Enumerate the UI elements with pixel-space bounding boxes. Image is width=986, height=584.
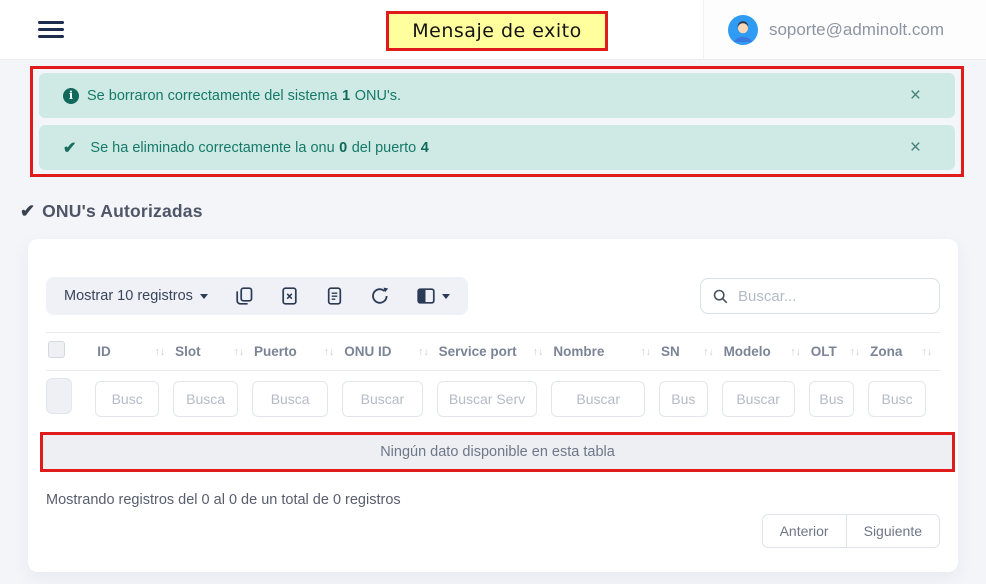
page-title: ONU's Autorizadas [42,201,203,222]
filter-input-slot[interactable] [173,381,238,417]
document-icon [326,287,343,305]
filter-input-modelo[interactable] [722,381,795,417]
search-icon [713,288,728,305]
sort-icon: ↑↓ [324,346,335,358]
column-header-service-port[interactable]: Service port↑↓ [437,333,552,371]
sort-icon: ↑↓ [234,346,245,358]
export-excel-button[interactable] [267,277,312,315]
top-header: Mensaje de exito soporte@adminolt.com [0,0,986,60]
sort-icon: ↑↓ [922,346,933,358]
table-card: Mostrar 10 registros [28,239,958,572]
hamburger-menu-icon[interactable] [38,17,66,42]
main-content: i Se borraron correctamente del sistema1… [0,60,986,572]
filter-input-zona[interactable] [868,381,926,417]
export-file-button[interactable] [312,277,357,315]
refresh-icon [371,287,389,305]
excel-file-icon [281,287,298,305]
alert-message: Se borraron correctamente del sistema1ON… [87,88,401,104]
user-menu[interactable]: soporte@adminolt.com [703,0,986,59]
filter-input-olt[interactable] [809,381,854,417]
sort-icon: ↑↓ [850,346,861,358]
annotation-alerts-box: i Se borraron correctamente del sistema1… [30,66,964,177]
annotation-title: Mensaje de exito [386,11,608,51]
column-header-onu-id[interactable]: ONU ID↑↓ [342,333,436,371]
section-title: ✔ ONU's Autorizadas [20,197,986,225]
copy-button[interactable] [222,277,267,315]
previous-page-button[interactable]: Anterior [762,514,846,548]
filter-input-nombre[interactable] [551,381,645,417]
filter-disabled-cell [46,378,72,414]
next-page-button[interactable]: Siguiente [846,514,940,548]
check-icon: ✔ [63,138,76,158]
sort-icon: ↑↓ [641,346,652,358]
annotation-empty-row-box: Ningún dato disponible en esta tabla [40,432,955,472]
records-info: Mostrando registros del 0 al 0 de un tot… [46,492,940,508]
alert-message: Se ha eliminado correctamente la onu0del… [90,140,428,156]
check-icon: ✔ [20,201,35,222]
user-email: soporte@adminolt.com [769,20,944,40]
column-visibility-button[interactable] [403,277,464,315]
alert-deleted-onus: i Se borraron correctamente del sistema1… [39,73,955,118]
pagination: Anterior Siguiente [46,514,940,548]
close-icon[interactable]: × [910,86,921,105]
filter-input-id[interactable] [95,381,159,417]
column-header-olt[interactable]: OLT↑↓ [809,333,868,371]
empty-table-message: Ningún dato disponible en esta tabla [43,435,952,469]
table-toolbar: Mostrar 10 registros [46,277,940,315]
alert-removed-onu: ✔ Se ha eliminado correctamente la onu0d… [39,125,955,170]
table-search [700,278,940,314]
refresh-button[interactable] [357,277,403,315]
filter-input-sn[interactable] [659,381,708,417]
toolbar-button-group: Mostrar 10 registros [46,277,468,315]
search-input[interactable] [738,288,927,305]
filter-input-onu-id[interactable] [342,381,422,417]
column-header-slot[interactable]: Slot↑↓ [173,333,252,371]
table-header-row: ID↑↓ Slot↑↓ Puerto↑↓ ONU ID↑↓ Service po… [46,333,940,371]
user-avatar-icon [728,15,758,45]
table-filter-row [46,371,940,427]
onu-table: ID↑↓ Slot↑↓ Puerto↑↓ ONU ID↑↓ Service po… [46,332,940,426]
column-header-puerto[interactable]: Puerto↑↓ [252,333,342,371]
sort-icon: ↑↓ [418,346,429,358]
column-header-id[interactable]: ID↑↓ [95,333,173,371]
column-header-sn[interactable]: SN↑↓ [659,333,722,371]
column-header-zona[interactable]: Zona↑↓ [868,333,940,371]
filter-input-puerto[interactable] [252,381,328,417]
column-header-modelo[interactable]: Modelo↑↓ [722,333,809,371]
chevron-down-icon [442,294,450,299]
filter-input-service-port[interactable] [437,381,538,417]
sort-icon: ↑↓ [533,346,544,358]
page-length-dropdown[interactable]: Mostrar 10 registros [50,277,222,315]
info-icon: i [63,88,79,104]
sort-icon: ↑↓ [703,346,714,358]
chevron-down-icon [200,294,208,299]
sort-icon: ↑↓ [155,346,166,358]
copy-icon [236,287,253,305]
select-all-checkbox[interactable] [48,341,65,358]
close-icon[interactable]: × [910,138,921,157]
sort-icon: ↑↓ [790,346,801,358]
column-header-nombre[interactable]: Nombre↑↓ [551,333,659,371]
columns-icon [417,288,435,304]
